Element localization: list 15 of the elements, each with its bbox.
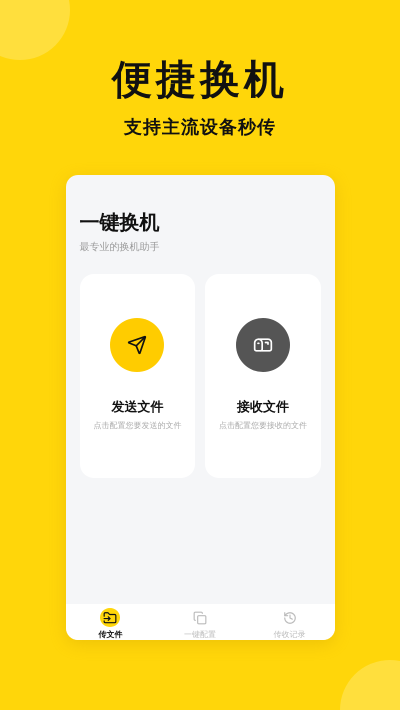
headline: 便捷换机	[112, 56, 288, 105]
history-icon	[282, 610, 297, 624]
app-subtitle: 最专业的换机助手	[80, 240, 160, 254]
paper-plane-icon	[127, 335, 148, 355]
app-title: 一键换机	[80, 209, 160, 236]
action-title: 发送文件	[111, 398, 164, 416]
action-title: 接收文件	[236, 398, 289, 416]
copy-icon	[193, 610, 207, 624]
action-card[interactable]: 接收文件 点击配置您要接收的文件	[205, 274, 320, 478]
nav-tab[interactable]: 传文件	[66, 604, 156, 640]
action-description: 点击配置您要发送的文件	[93, 420, 182, 431]
action-card[interactable]: 发送文件 点击配置您要发送的文件	[80, 274, 195, 478]
folder-icon	[103, 610, 118, 624]
tagline: 支持主流设备秒传	[124, 116, 276, 139]
action-description: 点击配置您要接收的文件	[218, 420, 307, 431]
